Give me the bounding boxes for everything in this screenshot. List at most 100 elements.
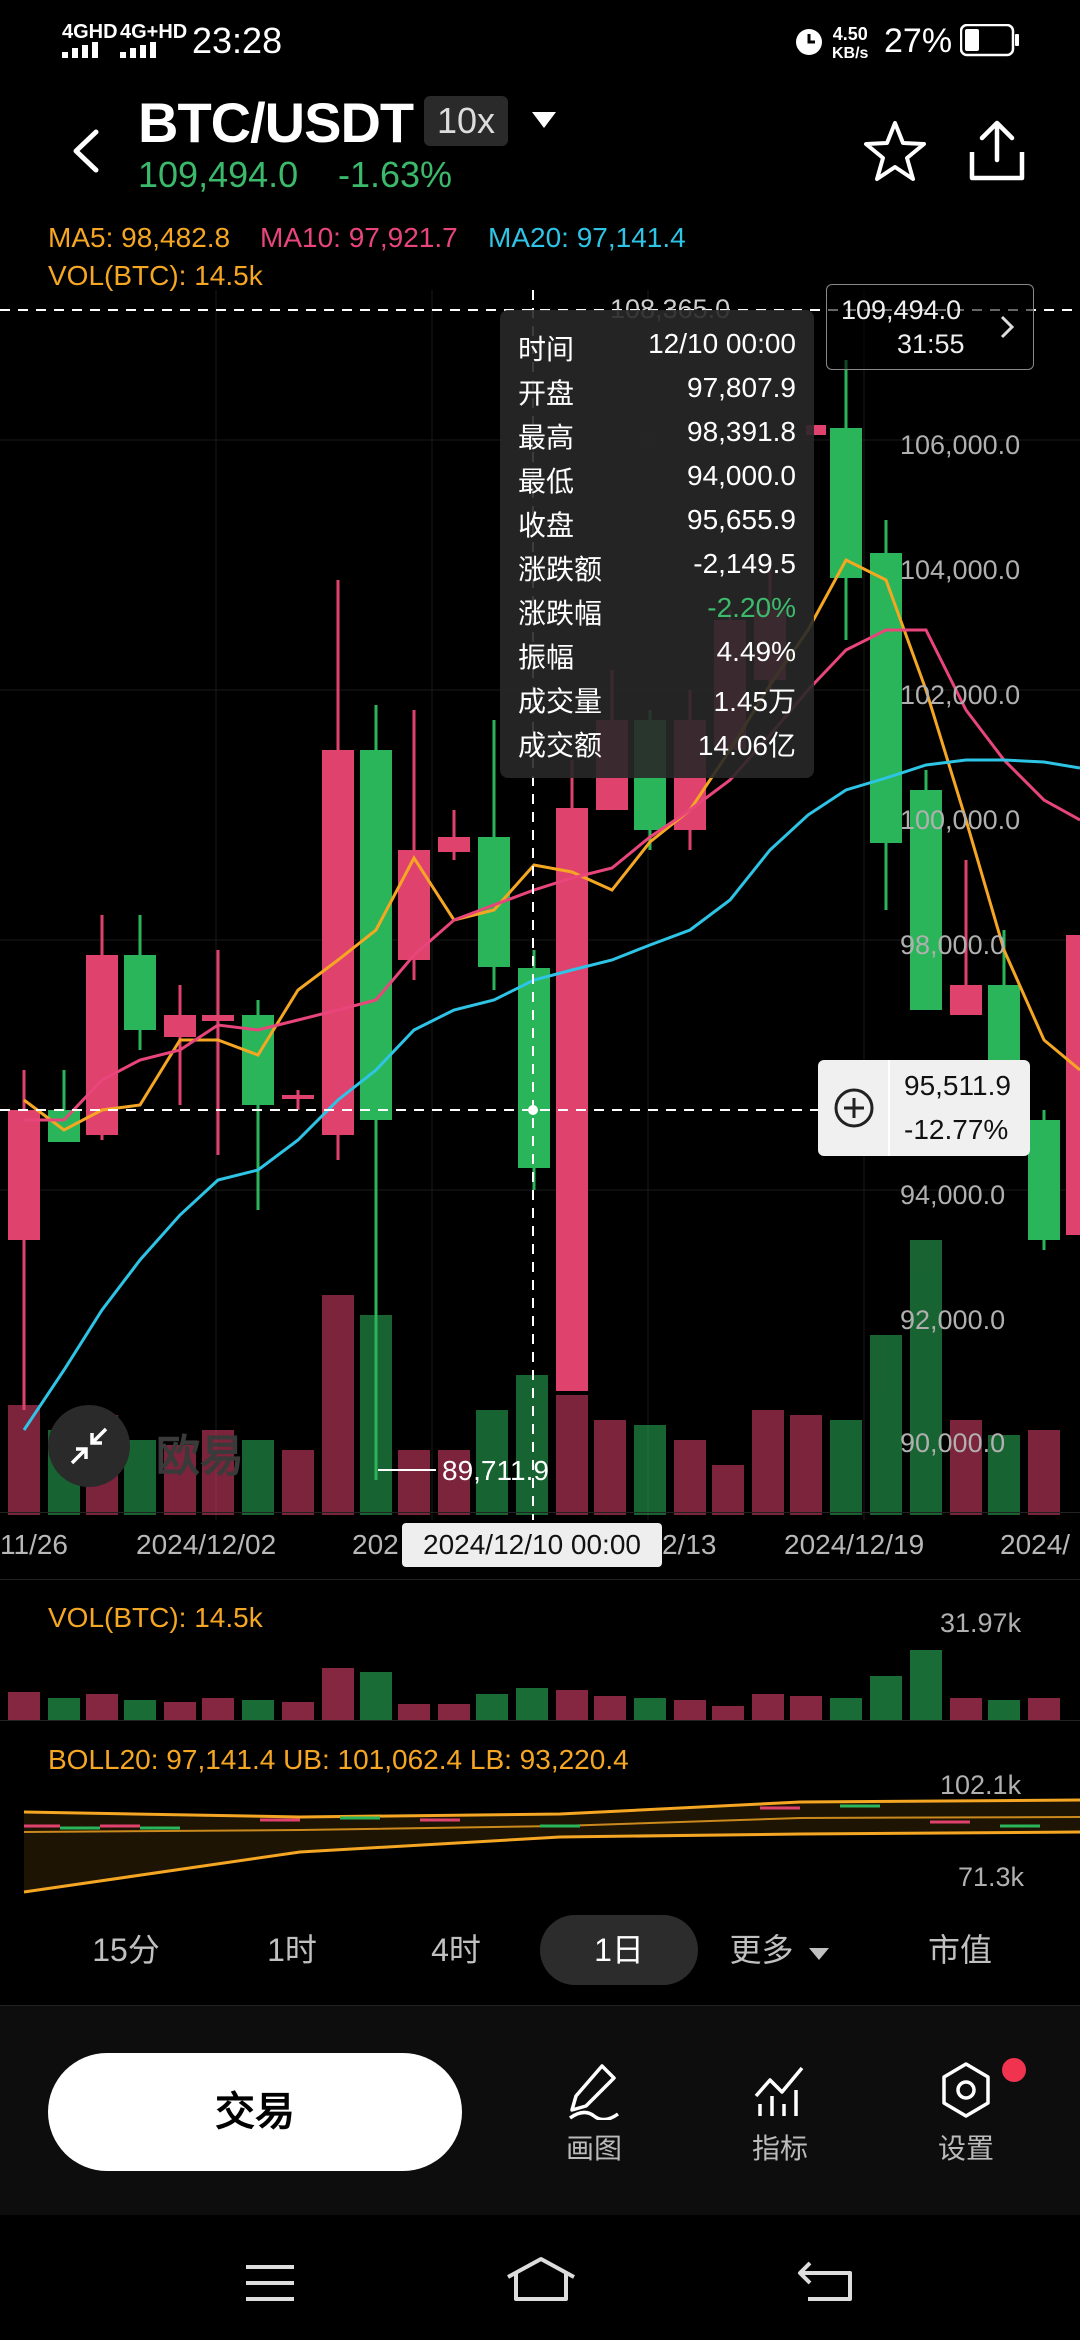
tooltip-key: 成交额 [518,730,603,761]
tab-more-label: 更多 [729,1932,794,1968]
tooltip-key: 开盘 [518,378,575,409]
tooltip-key: 涨跌额 [518,554,603,585]
signal-icon-1: 4GHD [62,21,118,63]
tooltip-value: 95,655.9 [687,504,796,535]
boll-chart [23,1798,1080,1894]
draw-label: 画图 [565,2133,622,2164]
back-icon[interactable] [796,2259,856,2303]
tooltip-value: -2,149.5 [693,548,796,579]
volume-bars [8,1650,1060,1720]
signal-icon-2: 4G+HD [120,22,190,63]
indicator-button[interactable]: 指标 [720,2060,840,2167]
pair-dropdown-icon[interactable] [530,110,558,130]
network-type-2: 4G+HD [120,21,188,43]
crosshair-date-label: 2024/12/10 00:00 [402,1523,662,1567]
settings-label: 设置 [937,2133,994,2164]
tooltip-key: 最高 [518,422,575,453]
speed-value: 4.50 [832,24,868,44]
caret-down-icon [809,1948,830,1960]
low-marker-label: 89,711.9 [442,1455,549,1486]
tooltip-row: 最低 94,000.0 [518,460,796,504]
tab-4h[interactable]: 4时 [396,1915,516,1985]
tooltip-key: 振幅 [518,642,575,673]
tooltip-value: 14.06亿 [697,730,796,761]
tooltip-key: 时间 [518,334,575,365]
crosshair-price: 95,511.9 [904,1070,1011,1101]
leverage-badge[interactable]: 10x [424,96,508,146]
last-price: 109,494.0 [138,154,299,195]
tooltip-key: 收盘 [518,510,575,541]
notification-dot [1002,2058,1026,2082]
tooltip-value: 98,391.8 [687,416,796,447]
tooltip-row: 涨跌幅 -2.20% [518,592,796,636]
tab-market-cap[interactable]: 市值 [900,1915,1020,1985]
ma5-label: MA5: 98,482.8 [48,222,231,253]
x-axis-label: 202 [352,1529,399,1560]
current-price-tag[interactable]: 109,494.0 31:55 [826,284,1034,370]
tab-more[interactable]: 更多 [720,1915,840,1985]
network-type-1: 4GHD [62,21,118,43]
tooltip-key: 最低 [518,466,575,497]
draw-button[interactable]: 画图 [534,2060,654,2167]
price-axis-label: 104,000.0 [900,555,1021,585]
x-axis-label: 2024/ [1000,1529,1071,1560]
price-axis-label: 102,000.0 [900,680,1021,710]
favorite-star-icon[interactable] [862,118,928,184]
current-price-tag-countdown: 31:55 [897,329,965,359]
price-axis-label: 92,000.0 [900,1305,1006,1335]
clock: 23:28 [192,20,283,61]
tooltip-value: 97,807.9 [687,372,796,403]
share-icon[interactable] [966,118,1028,184]
tooltip-row: 时间 12/10 00:00 [518,328,796,372]
price-axis-label: 90,000.0 [900,1428,1006,1458]
crosshair-price-box[interactable]: 95,511.9 -12.77% [818,1060,1030,1156]
chart-line-icon [754,2066,804,2116]
ma10-label: MA10: 97,921.7 [260,222,458,253]
battery-icon [960,24,1019,57]
tooltip-key: 涨跌幅 [518,598,603,629]
tooltip-row: 成交量 1.45万 [518,680,796,724]
watermark-logo: 欧易 [156,1432,244,1481]
timeframe-bar: 15分 1时 4时 1日 更多 市值 [0,1915,1080,2005]
tab-1d[interactable]: 1日 [540,1915,698,1985]
tooltip-row: 涨跌额 -2,149.5 [518,548,796,592]
current-price-tag-price: 109,494.0 [841,295,962,325]
price-axis-label: 94,000.0 [900,1180,1006,1210]
x-axis-label: 2024/12/02 [136,1529,277,1560]
tab-15m[interactable]: 15分 [66,1915,186,1985]
x-axis: 11/26 2024/12/02 202 2/13 2024/12/19 202… [0,1512,1080,1580]
tooltip-row: 收盘 95,655.9 [518,504,796,548]
net-speed: 4.50 KB/s [832,24,868,64]
indicator-label: 指标 [751,2133,808,2164]
tooltip-value: 12/10 00:00 [648,328,796,359]
signal-bars-icon [120,42,156,58]
tab-1h[interactable]: 1时 [232,1915,352,1985]
tooltip-value: -2.20% [707,592,796,623]
collapse-chart-button[interactable] [48,1405,130,1487]
boll-panel[interactable]: BOLL20: 97,141.4 UB: 101,062.4 LB: 93,22… [0,1722,1080,1912]
home-icon[interactable] [504,2255,578,2303]
x-axis-label: 2/13 [662,1529,717,1560]
menu-icon[interactable] [244,2263,296,2303]
ma20-label: MA20: 97,141.4 [488,222,686,253]
add-alert-icon[interactable] [830,1084,878,1132]
collapse-arrows-icon [70,1427,108,1465]
candle-tooltip: 时间 12/10 00:00 开盘 97,807.9 最高 98,391.8 最低 94… [500,310,814,778]
chevron-right-icon [1000,315,1015,339]
trading-pair-title[interactable]: BTC/USDT [138,90,414,155]
alarm-icon [796,29,822,55]
trade-button[interactable]: 交易 [48,2053,462,2171]
volume-panel[interactable]: VOL(BTC): 14.5k 31.97k [0,1580,1080,1721]
price-axis-label: 98,000.0 [900,930,1006,960]
signal-bars-icon [62,42,98,58]
crosshair-percent: -12.77% [904,1114,1009,1145]
tooltip-row: 成交额 14.06亿 [518,724,796,768]
x-axis-label: 11/26 [0,1529,68,1560]
battery-percent: 27% [884,22,953,60]
tooltip-row: 开盘 97,807.9 [518,372,796,416]
tooltip-value: 94,000.0 [687,460,796,491]
back-arrow-icon[interactable] [66,126,106,176]
tooltip-row: 最高 98,391.8 [518,416,796,460]
vol-label: VOL(BTC): 14.5k [48,260,263,291]
speed-unit: KB/s [832,45,869,62]
